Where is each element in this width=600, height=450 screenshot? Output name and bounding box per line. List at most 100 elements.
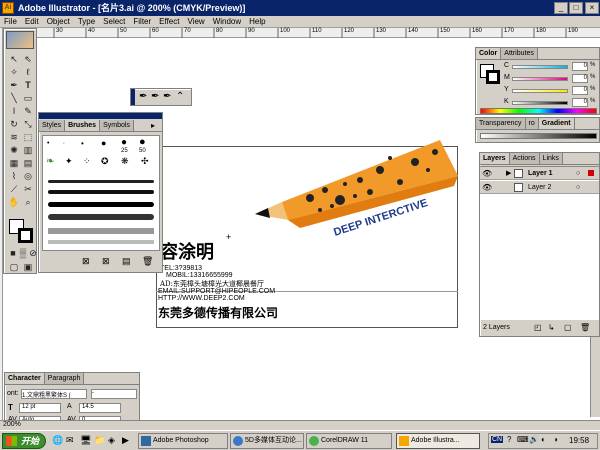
layer-row-2[interactable]: 👁 Layer 2 ○ [480,181,599,194]
brush-library-icon[interactable]: ⊠ [82,256,90,267]
magenta-slider[interactable] [512,77,568,81]
channel-value[interactable]: 0 [572,98,588,107]
menu-edit[interactable]: Edit [21,17,43,26]
ime-indicator[interactable]: CN [491,436,504,443]
brush-scatter-icon[interactable]: ✣ [141,156,149,167]
brush-scatter-icon[interactable]: ❋ [121,156,129,167]
eyedropper-tool-icon[interactable]: ⌇ [7,170,21,182]
menu-object[interactable]: Object [43,17,74,26]
target-circle-icon[interactable]: ○ [576,181,580,194]
font-style-select[interactable]: - [91,389,137,399]
task-coreldraw[interactable]: CorelDRAW 11 [306,433,392,449]
full-screen-mode-icon[interactable]: ▣ [21,261,35,273]
menu-help[interactable]: Help [245,17,269,26]
maximize-button[interactable]: □ [569,2,583,14]
brush-options-icon[interactable]: ▤ [122,256,131,267]
symbol-sprayer-tool-icon[interactable]: ✺ [7,144,21,156]
quicklaunch-icon[interactable]: ▶ [122,435,129,446]
brush-scatter-icon[interactable]: ✪ [101,156,109,167]
layer-name[interactable]: Layer 1 [528,167,553,180]
pen-icon[interactable]: ✒ [139,91,147,102]
brush-calligraphic-icon[interactable]: ● [139,136,146,148]
menu-filter[interactable]: Filter [129,17,155,26]
font-size-field[interactable]: 12 pt [19,403,61,413]
type-tool-icon[interactable]: T [21,79,35,91]
leading-field[interactable]: 14.5 [79,403,121,413]
warp-tool-icon[interactable]: ≋ [7,131,21,143]
lasso-tool-icon[interactable]: ℓ [21,66,35,78]
tray-icon[interactable]: 🔊 [529,435,539,444]
screen-mode-icon[interactable]: ▢ [7,261,21,273]
pencil-tool-icon[interactable]: ✎ [21,105,35,117]
palette-grip[interactable] [131,89,135,105]
start-button[interactable]: 开始 [2,433,46,449]
font-family-select[interactable]: 1.文鼎粗黑繁体S ( [21,389,87,399]
tab-actions[interactable]: Actions [509,153,540,164]
channel-value[interactable]: 0 [572,62,588,71]
task-illustrator[interactable]: Adobe Illustra... [396,433,480,449]
stroke-swatch[interactable] [18,228,33,243]
tab-symbols[interactable]: Symbols [100,120,134,131]
hand-tool-icon[interactable]: ✋ [7,196,21,208]
clock[interactable]: 19:58 [569,436,589,445]
remove-brush-icon[interactable]: ⊠ [102,256,110,267]
quicklaunch-icon[interactable]: ✉ [66,435,74,446]
brush-scatter-leaf-icon[interactable]: ❧ [46,156,54,167]
black-slider[interactable] [512,101,568,105]
expand-triangle-icon[interactable]: ▶ [506,167,511,180]
add-anchor-icon[interactable]: ✒ [151,91,159,102]
tab-attributes[interactable]: Attributes [501,48,538,59]
tray-icon[interactable]: ⌨ [517,435,529,444]
brush-calligraphic-icon[interactable]: ● [121,137,127,148]
menu-file[interactable]: File [0,17,21,26]
yellow-slider[interactable] [512,89,568,93]
menu-window[interactable]: Window [209,17,245,26]
layer-name[interactable]: Layer 2 [528,181,551,194]
direct-selection-tool-icon[interactable]: ⇖ [21,53,35,65]
quicklaunch-icon[interactable]: ◈ [108,435,115,446]
delete-anchor-icon[interactable]: ✒ [163,91,171,102]
visibility-eye-icon[interactable]: 👁 [482,167,492,180]
spectrum-bar[interactable] [480,108,597,114]
tray-icon[interactable]: ◑ [553,435,558,444]
magic-wand-tool-icon[interactable]: ✧ [7,66,21,78]
target-circle-icon[interactable]: ○ [576,167,580,180]
menu-view[interactable]: View [183,17,208,26]
quicklaunch-icon[interactable]: 📁 [94,435,105,446]
paintbrush-tool-icon[interactable]: ǀ [7,105,21,117]
visibility-eye-icon[interactable]: 👁 [482,181,492,194]
art-brush-stroke[interactable] [48,202,154,207]
new-sublayer-icon[interactable]: ↳ [548,323,555,332]
zoom-level[interactable]: 200% [3,421,21,428]
tab-color[interactable]: Color [476,48,502,59]
task-browser[interactable]: 5D多媒体互动论... [230,433,304,449]
brush-calligraphic-icon[interactable]: ∙ [63,140,65,147]
cyan-slider[interactable] [512,65,568,69]
brush-calligraphic-icon[interactable]: • [81,139,84,148]
close-button[interactable]: × [585,2,599,14]
pen-tool-icon[interactable]: ✒ [7,79,21,91]
selection-tool-icon[interactable]: ↖ [7,53,21,65]
scissors-tool-icon[interactable]: ✂ [21,183,35,195]
tab-layers[interactable]: Layers [480,153,510,164]
tab-links[interactable]: Links [539,153,563,164]
graph-tool-icon[interactable]: ▥ [21,144,35,156]
art-brush-stroke[interactable] [48,214,154,220]
task-photoshop[interactable]: Adobe Photoshop [138,433,228,449]
menu-type[interactable]: Type [74,17,99,26]
color-stroke-swatch[interactable] [486,70,500,84]
tab-brushes[interactable]: Brushes [65,120,101,131]
tab-gradient[interactable]: Gradient [538,118,575,129]
quicklaunch-icon[interactable]: 🖥 [80,435,91,446]
art-brush-stroke[interactable] [48,240,154,244]
tab-paragraph[interactable]: Paragraph [44,373,85,384]
blend-tool-icon[interactable]: ◎ [21,170,35,182]
art-brush-stroke[interactable] [48,228,154,234]
tab-character[interactable]: Character [5,373,45,384]
menu-select[interactable]: Select [99,17,129,26]
make-clipping-mask-icon[interactable]: ◰ [534,323,542,332]
scale-tool-icon[interactable]: ⤡ [21,118,35,130]
help-icon[interactable]: ? [507,435,511,444]
brush-scatter-icon[interactable]: ⁘ [83,156,91,167]
quicklaunch-icon[interactable]: 🌐 [52,435,63,446]
